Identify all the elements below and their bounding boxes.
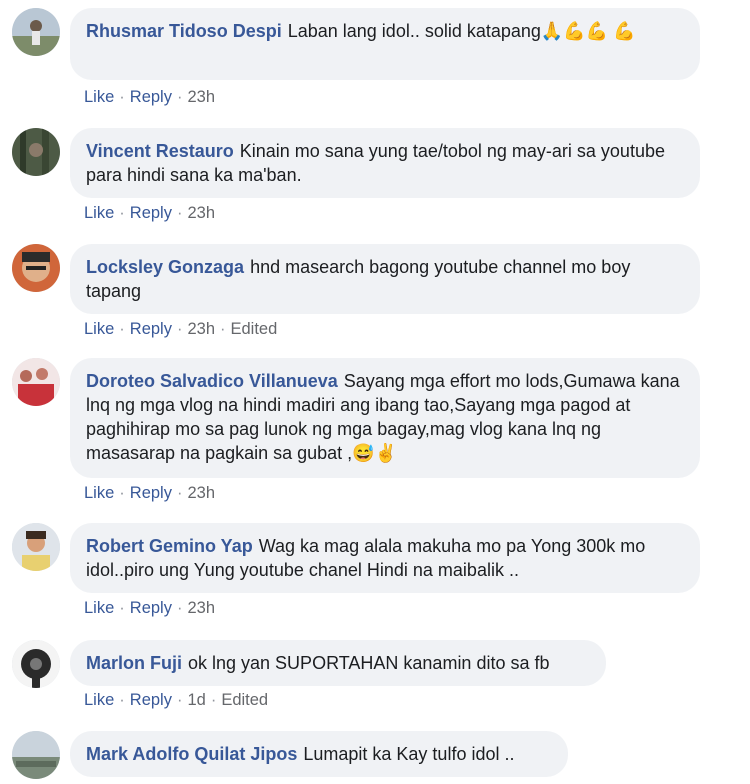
like-link[interactable]: Like (84, 599, 114, 617)
separator: · (119, 484, 125, 502)
timestamp[interactable]: 23h (187, 88, 215, 106)
comment-actions: Like · Reply · 23h · Edited (84, 320, 277, 339)
like-link[interactable]: Like (84, 484, 114, 502)
separator: · (119, 691, 125, 709)
reply-link[interactable]: Reply (130, 484, 172, 502)
comment-bubble: Locksley Gonzaga hnd masearch bagong yout… (70, 244, 700, 314)
comment-author[interactable]: Robert Gemino Yap (86, 536, 253, 556)
timestamp[interactable]: 23h (187, 320, 215, 338)
emoji-reactions: 🙏💪💪 💪 (540, 21, 636, 41)
like-link[interactable]: Like (84, 204, 114, 222)
separator: · (119, 320, 125, 338)
reply-link[interactable]: Reply (130, 691, 172, 709)
separator: · (119, 204, 125, 222)
separator: · (210, 691, 217, 709)
avatar[interactable] (12, 523, 60, 571)
timestamp[interactable]: 1d (187, 691, 205, 709)
reply-link[interactable]: Reply (130, 599, 172, 617)
comment-actions: Like · Reply · 1d · Edited (84, 691, 268, 710)
separator: · (176, 691, 183, 709)
comment-author[interactable]: Locksley Gonzaga (86, 257, 244, 277)
avatar[interactable] (12, 731, 60, 779)
comment-text: Laban lang idol.. solid katapang (287, 21, 541, 41)
reply-link[interactable]: Reply (130, 320, 172, 338)
comment-bubble: Marlon Fuji ok lng yan SUPORTAHAN kanamin… (70, 640, 606, 686)
avatar[interactable] (12, 244, 60, 292)
comment-author[interactable]: Vincent Restauro (86, 141, 234, 161)
separator: · (176, 320, 183, 338)
comment-actions: Like · Reply · 23h (84, 599, 215, 618)
avatar[interactable] (12, 358, 60, 406)
comment-author[interactable]: Mark Adolfo Quilat Jipos (86, 744, 297, 764)
timestamp[interactable]: 23h (187, 599, 215, 617)
timestamp[interactable]: 23h (187, 484, 215, 502)
separator: · (119, 599, 125, 617)
like-link[interactable]: Like (84, 320, 114, 338)
comment-actions: Like · Reply · 23h (84, 484, 215, 503)
reply-link[interactable]: Reply (130, 204, 172, 222)
separator: · (176, 599, 183, 617)
separator: · (176, 204, 183, 222)
avatar[interactable] (12, 8, 60, 56)
comment-actions: Like · Reply · 23h (84, 88, 215, 107)
edited-label[interactable]: Edited (221, 691, 268, 709)
like-link[interactable]: Like (84, 691, 114, 709)
comment-bubble: Mark Adolfo Quilat Jipos Lumapit ka Kay t… (70, 731, 568, 777)
comment-text: ok lng yan SUPORTAHAN kanamin dito sa fb (188, 653, 550, 673)
comment-actions: Like · Reply · 23h (84, 204, 215, 223)
like-link[interactable]: Like (84, 88, 114, 106)
emoji-reactions: 😅✌ (352, 443, 398, 463)
timestamp[interactable]: 23h (187, 204, 215, 222)
comment-bubble: Vincent Restauro Kinain mo sana yung tae/… (70, 128, 700, 198)
edited-label[interactable]: Edited (231, 320, 278, 338)
avatar[interactable] (12, 640, 60, 688)
comment-text: Lumapit ka Kay tulfo idol .. (303, 744, 515, 764)
comment-author[interactable]: Marlon Fuji (86, 653, 182, 673)
separator: · (176, 484, 183, 502)
separator: · (119, 88, 125, 106)
separator: · (220, 320, 226, 338)
comment-bubble: Rhusmar Tidoso Despi Laban lang idol.. so… (70, 8, 700, 80)
avatar[interactable] (12, 128, 60, 176)
comment-author[interactable]: Doroteo Salvadico Villanueva (86, 371, 338, 391)
comment-bubble: Robert Gemino Yap Wag ka mag alala makuha… (70, 523, 700, 593)
reply-link[interactable]: Reply (130, 88, 172, 106)
separator: · (176, 88, 183, 106)
comment-bubble: Doroteo Salvadico Villanueva Sayang mga e… (70, 358, 700, 478)
comment-author[interactable]: Rhusmar Tidoso Despi (86, 21, 282, 41)
